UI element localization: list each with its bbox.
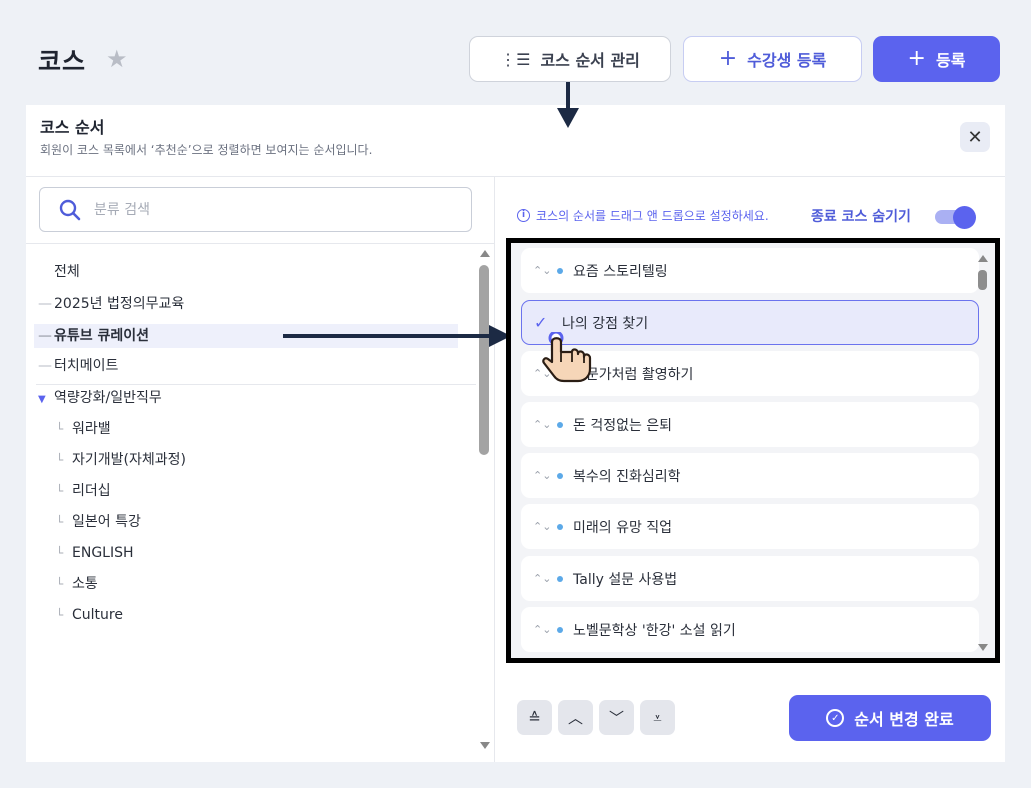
tree-child-item[interactable]: └ 리더십 — [56, 479, 111, 503]
tree-child-item[interactable]: └ 소통 — [56, 572, 98, 596]
status-dot — [557, 626, 563, 633]
course-row[interactable]: ⌃⌄ 돈 걱정없는 은퇴 — [521, 402, 979, 447]
tree-child-item[interactable]: └ Culture — [56, 603, 123, 627]
column-divider — [494, 177, 495, 762]
tree-child-item[interactable]: └ ENGLISH — [56, 541, 134, 565]
status-dot — [557, 472, 563, 479]
hide-ended-label: 종료 코스 숨기기 — [811, 209, 911, 225]
drag-hint: i 코스의 순서를 드래그 앤 드롭으로 설정하세요. — [517, 207, 769, 224]
info-icon: i — [517, 209, 530, 222]
tree-child-item[interactable]: └ 일본어 특강 — [56, 510, 141, 534]
move-bottom-button[interactable]: ⩡ — [640, 700, 675, 735]
annotation-arrow-down-head — [557, 108, 579, 128]
tree-item-all[interactable]: 전체 — [54, 260, 80, 284]
list-scrollbar-thumb[interactable] — [978, 270, 987, 290]
tree-item[interactable]: —2025년 법정의무교육 — [38, 292, 184, 316]
panel-subtitle: 회원이 코스 목록에서 ‘추천순’으로 정렬하면 보여지는 순서입니다. — [40, 143, 373, 157]
status-dot — [557, 575, 563, 582]
course-row[interactable]: ⌃⌄ 복수의 진화심리학 — [521, 453, 979, 498]
toggle-knob[interactable] — [953, 206, 976, 229]
search-separator — [26, 243, 494, 244]
course-order-list: ⌃⌄ 요즘 스토리텔링 ✓ 나의 강점 찾기 ⌃⌄ 전문가처럼 촬영하기 ⌃⌄ 돈 걱정… — [506, 238, 1000, 663]
tree-scrollbar-thumb[interactable] — [479, 265, 489, 455]
plus-icon: + — [907, 46, 926, 71]
drag-handle-icon[interactable]: ⌃⌄ — [533, 419, 557, 430]
move-down-button[interactable]: ﹀ — [599, 700, 634, 735]
scroll-up-arrow[interactable] — [480, 250, 490, 257]
close-button[interactable]: ✕ — [960, 122, 990, 152]
check-icon: ✓ — [534, 313, 548, 332]
favorite-star-icon[interactable]: ★ — [106, 45, 128, 73]
list-order-icon: ⋮☰ — [500, 49, 531, 69]
page-title: 코스 — [38, 47, 87, 76]
drag-handle-icon[interactable]: ⌃⌄ — [533, 470, 557, 481]
register-button[interactable]: + 등록 — [873, 36, 1000, 82]
course-row[interactable]: ⌃⌄ 요즘 스토리텔링 — [521, 248, 979, 293]
status-dot — [557, 267, 563, 274]
plus-icon: + — [718, 46, 738, 71]
course-row[interactable]: ⌃⌄ 미래의 유망 직업 — [521, 504, 979, 549]
list-scroll-up-arrow[interactable] — [978, 255, 988, 262]
annotation-arrow-right — [283, 334, 491, 338]
order-change-done-button[interactable]: ✓ 순서 변경 완료 — [789, 695, 991, 741]
drag-handle-icon[interactable]: ⌃⌄ — [533, 624, 557, 635]
list-scroll-down-arrow[interactable] — [978, 644, 988, 651]
move-top-button[interactable]: ≙ — [517, 700, 552, 735]
course-row[interactable]: ⌃⌄ Tally 설문 사용법 — [521, 556, 979, 601]
course-order-button[interactable]: ⋮☰ 코스 순서 관리 — [469, 36, 671, 82]
move-bottom-icon: ⩡ — [653, 708, 662, 727]
category-search-box — [39, 187, 472, 232]
tree-child-item[interactable]: └ 자기개발(자체과정) — [56, 448, 186, 472]
panel-title: 코스 순서 — [40, 118, 105, 137]
chevron-down-icon: ﹀ — [608, 709, 624, 727]
tree-separator — [36, 384, 476, 385]
tree-child-item[interactable]: └ 워라밸 — [56, 417, 111, 441]
status-dot — [557, 523, 563, 530]
close-icon: ✕ — [967, 126, 983, 148]
add-student-button[interactable]: + 수강생 등록 — [683, 36, 862, 82]
tree-item-expanded[interactable]: ▼ 역량강화/일반직무 — [38, 386, 162, 410]
search-icon — [59, 199, 81, 221]
caret-down-icon: ▼ — [38, 394, 46, 405]
move-up-button[interactable]: ︿ — [558, 700, 593, 735]
move-top-icon: ≙ — [528, 708, 541, 727]
drag-handle-icon[interactable]: ⌃⌄ — [533, 573, 557, 584]
tree-item[interactable]: — 터치메이트 — [38, 354, 118, 378]
chevron-up-icon: ︿ — [567, 709, 583, 727]
drag-handle-icon[interactable]: ⌃⌄ — [533, 265, 557, 276]
course-row[interactable]: ⌃⌄ 노벨문학상 '한강' 소설 읽기 — [521, 607, 979, 652]
status-dot — [557, 421, 563, 428]
category-search-input[interactable] — [94, 188, 454, 231]
scroll-down-arrow[interactable] — [480, 742, 490, 749]
tree-item-selected[interactable]: — 유튜브 큐레이션 — [38, 324, 149, 348]
drag-handle-icon[interactable]: ⌃⌄ — [533, 521, 557, 532]
check-circle-icon: ✓ — [826, 709, 845, 727]
hand-pointer-icon — [542, 332, 592, 383]
